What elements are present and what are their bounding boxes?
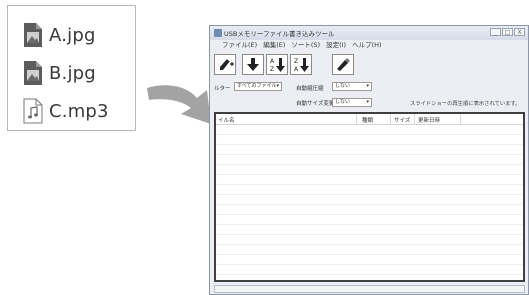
- auto-compress-label: 自動縮圧縮: [296, 86, 324, 92]
- column-divider: [460, 114, 461, 124]
- svg-text:Z: Z: [270, 66, 274, 73]
- file-list-view[interactable]: イル名 種類 サイズ 更新日時: [214, 112, 525, 282]
- row-divider: [216, 144, 523, 145]
- file-item[interactable]: B.jpg: [22, 58, 96, 88]
- app-icon: [214, 29, 222, 37]
- app-window: USBメモリーファイル書き込みツール _ □ X ファイル(E) 編集(E) ソ…: [209, 25, 529, 295]
- column-modified[interactable]: 更新日時: [418, 116, 440, 124]
- arrow-down-icon: [247, 58, 259, 71]
- source-file-list: A.jpg B.jpg C.mp3: [7, 5, 136, 131]
- menu-help[interactable]: ヘルプ(H): [352, 40, 381, 51]
- sort-az-button[interactable]: A Z: [266, 54, 288, 75]
- menu-bar: ファイル(E) 編集(E) ソート(S) 設定(I) ヘルプ(H): [210, 40, 528, 51]
- file-name: A.jpg: [49, 24, 96, 46]
- window-title: USBメモリーファイル書き込みツール: [224, 30, 335, 38]
- file-name: B.jpg: [49, 62, 96, 84]
- sort-za-button[interactable]: Z A: [290, 54, 312, 75]
- window-controls: _ □ X: [490, 28, 525, 36]
- file-item[interactable]: A.jpg: [22, 20, 96, 50]
- menu-edit[interactable]: 編集(E): [263, 40, 285, 51]
- column-type[interactable]: 種類: [362, 116, 373, 124]
- auto-compress-select[interactable]: しない ▾: [332, 82, 372, 91]
- row-divider: [216, 224, 523, 225]
- chevron-down-icon: ▾: [366, 99, 369, 105]
- sort-ascending-icon: A Z: [270, 58, 285, 73]
- menu-sort[interactable]: ソート(S): [291, 40, 320, 51]
- svg-text:Z: Z: [294, 58, 298, 65]
- file-item[interactable]: C.mp3: [22, 96, 109, 126]
- file-name: C.mp3: [49, 100, 109, 122]
- row-divider: [216, 234, 523, 235]
- row-divider: [216, 164, 523, 165]
- auto-size-value: しない: [335, 99, 351, 105]
- column-divider: [414, 114, 415, 124]
- write-button[interactable]: [332, 54, 354, 75]
- pencil-icon: [220, 58, 234, 70]
- column-size[interactable]: サイズ: [394, 116, 410, 124]
- filter-value: すべてのファイル: [237, 83, 277, 89]
- image-file-icon: [22, 22, 44, 48]
- image-file-icon: [22, 60, 44, 86]
- svg-text:A: A: [294, 66, 299, 73]
- auto-compress-value: しない: [335, 83, 351, 89]
- maximize-button[interactable]: □: [502, 28, 513, 36]
- filter-select[interactable]: すべてのファイル ▾: [234, 82, 282, 91]
- move-down-button[interactable]: [242, 54, 264, 75]
- auto-size-select[interactable]: しない ▾: [332, 98, 372, 107]
- svg-text:A: A: [270, 58, 275, 65]
- list-header: イル名 種類 サイズ 更新日時: [216, 114, 523, 125]
- title-bar: USBメモリーファイル書き込みツール _ □ X: [210, 26, 528, 40]
- minimize-button[interactable]: _: [490, 28, 501, 36]
- column-divider: [356, 114, 357, 124]
- column-divider: [390, 114, 391, 124]
- screenshot-stage: A.jpg B.jpg C.mp3 USBメモリーファイル書き込みツール _ □…: [0, 0, 529, 295]
- row-divider: [216, 254, 523, 255]
- column-filename[interactable]: イル名: [218, 116, 235, 124]
- menu-settings[interactable]: 設定(I): [326, 40, 346, 51]
- chevron-down-icon: ▾: [366, 83, 369, 89]
- row-divider: [216, 194, 523, 195]
- auto-size-label: 自動サイズ変更: [296, 101, 335, 107]
- filter-label: ルター: [214, 86, 231, 92]
- close-button[interactable]: X: [514, 28, 525, 36]
- sort-descending-icon: Z A: [294, 58, 309, 73]
- row-divider: [216, 214, 523, 215]
- chevron-down-icon: ▾: [276, 83, 279, 89]
- row-divider: [216, 154, 523, 155]
- audio-file-icon: [22, 98, 44, 124]
- row-divider: [216, 184, 523, 185]
- row-divider: [216, 174, 523, 175]
- usb-write-icon: [337, 58, 350, 71]
- row-divider: [216, 274, 523, 275]
- status-bar: [214, 285, 525, 293]
- menu-file[interactable]: ファイル(E): [222, 40, 257, 51]
- order-note: スライドショーの再生順に表示されています。: [410, 101, 521, 107]
- row-divider: [216, 244, 523, 245]
- row-divider: [216, 204, 523, 205]
- add-file-button[interactable]: [214, 54, 236, 75]
- row-divider: [216, 264, 523, 265]
- row-divider: [216, 134, 523, 135]
